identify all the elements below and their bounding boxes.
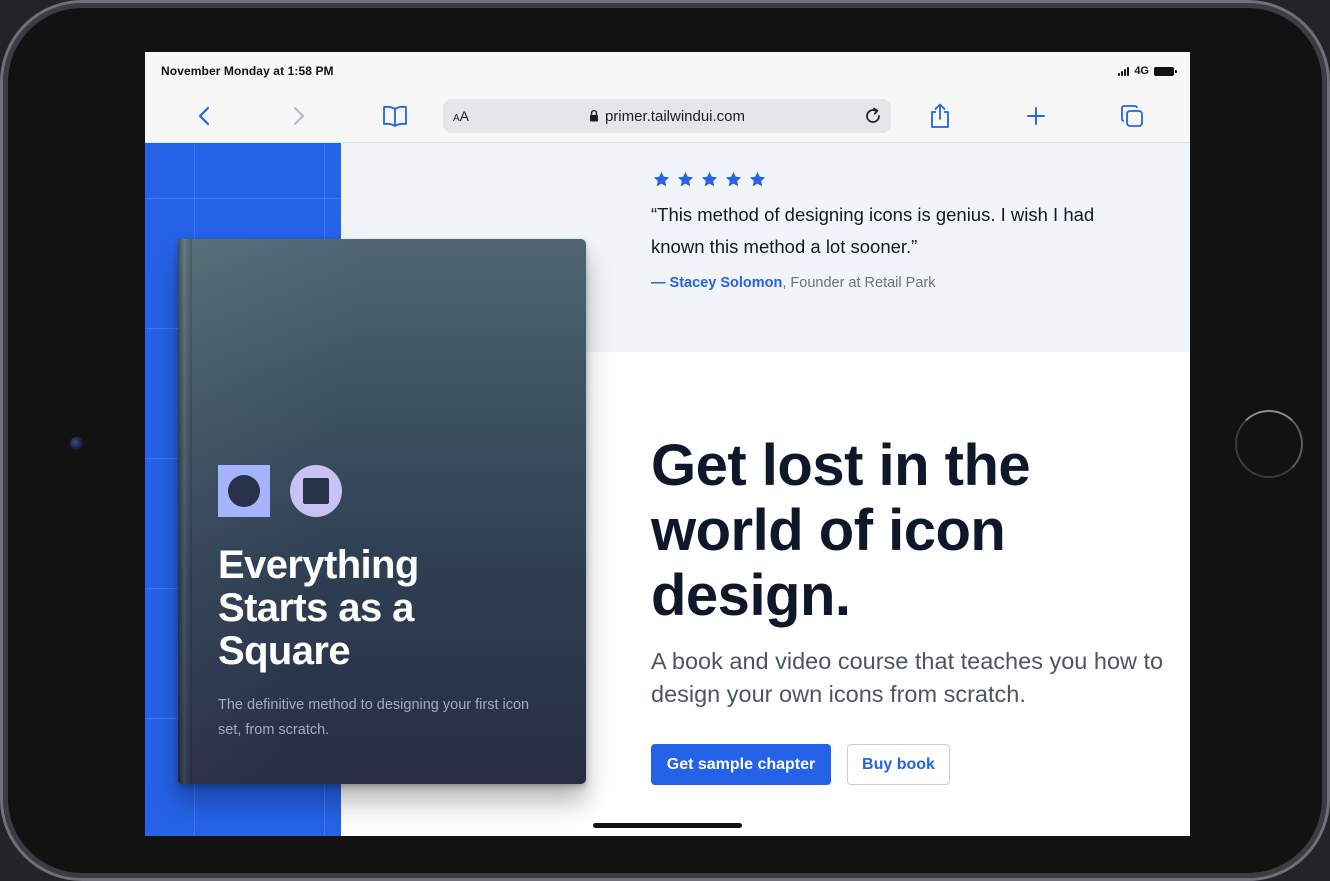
testimonial-citation: — Stacey Solomon, Founder at Retail Park [651,275,935,291]
book-subtitle: The definitive method to designing your … [218,697,530,738]
lock-icon [589,109,598,122]
testimonial-quote: “This method of designing icons is geniu… [651,204,1095,257]
buy-book-button[interactable]: Buy book [847,744,950,785]
status-indicators: 4G [1118,65,1177,77]
star-icon [677,171,694,187]
reload-icon [866,107,880,123]
star-icon [725,171,742,187]
home-indicator [593,823,742,828]
share-icon [931,103,949,128]
share-button[interactable] [925,102,955,130]
star-icon [749,171,766,187]
chevron-left-icon [198,106,210,126]
home-button [1235,410,1303,478]
battery-icon [1154,66,1177,76]
url-text: primer.tailwindui.com [604,108,746,125]
status-time: November Monday at 1:58 PM [161,64,334,78]
plus-icon [1027,107,1045,125]
book-cover: Everything Starts as a Square The defini… [178,239,586,784]
book-icon [383,105,407,127]
testimonial-role: , Founder at Retail Park [782,275,936,291]
ipad-frame: November Monday at 1:58 PM 4G AA primer.… [0,0,1330,881]
square-logo-icon [218,465,270,517]
get-sample-chapter-button[interactable]: Get sample chapter [651,744,831,785]
url-display: primer.tailwindui.com [443,108,891,125]
front-camera [70,437,83,450]
status-bar: November Monday at 1:58 PM 4G [145,52,1190,90]
network-type: 4G [1134,65,1149,77]
bookmarks-button[interactable] [380,102,410,130]
tabs-button[interactable] [1117,102,1147,130]
star-icon [653,171,670,187]
screen: November Monday at 1:58 PM 4G AA primer.… [145,52,1190,836]
hero-headline: Get lost in the world of icon design. [651,433,1031,628]
hero-lead: A book and video course that teaches you… [651,648,1164,707]
address-bar[interactable]: AA primer.tailwindui.com [443,99,891,133]
tabs-icon [1121,105,1143,127]
forward-button[interactable] [284,102,314,130]
web-page: “This method of designing icons is geniu… [145,143,1190,836]
browser-toolbar: AA primer.tailwindui.com [145,90,1190,143]
circle-logo-icon [290,465,342,517]
book-title: Everything Starts as a Square [218,543,419,673]
testimonial-author: — Stacey Solomon [651,275,783,291]
reload-button[interactable] [861,104,885,128]
signal-icon [1118,66,1130,76]
new-tab-button[interactable] [1021,102,1051,130]
back-button[interactable] [189,102,219,130]
rating-stars [653,171,766,188]
chevron-right-icon [293,106,305,126]
star-icon [701,171,718,187]
